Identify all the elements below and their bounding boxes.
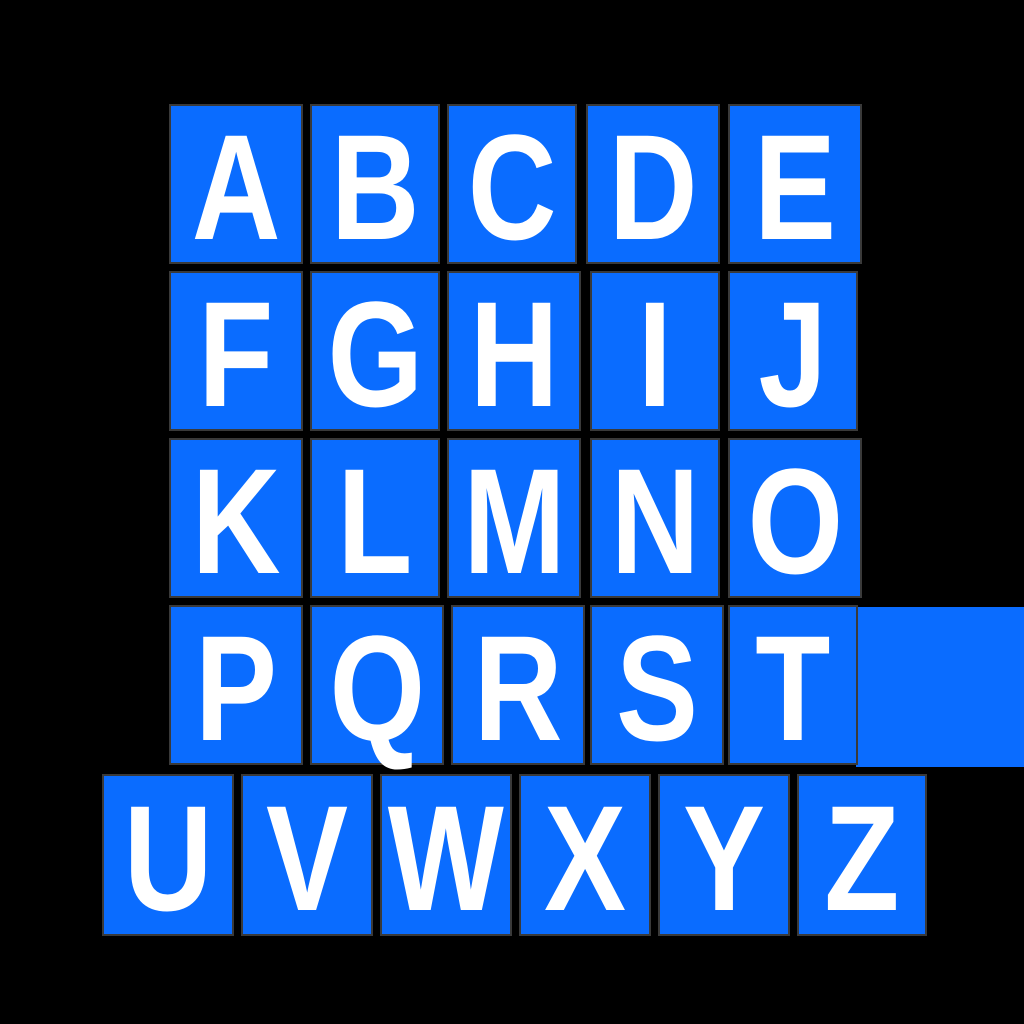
- letter-tile-k: K: [171, 440, 301, 596]
- letter-tile-w: W: [382, 776, 510, 934]
- letter-tile-z: Z: [799, 776, 925, 934]
- letter-f: F: [198, 270, 274, 438]
- letter-c: C: [467, 103, 557, 271]
- letter-a: A: [191, 103, 281, 271]
- blue-band-decoration: [856, 607, 1024, 767]
- letter-o: O: [747, 437, 843, 605]
- letter-l: L: [337, 437, 413, 605]
- letter-tile-q: Q: [312, 607, 442, 763]
- letter-n: N: [610, 437, 700, 605]
- letter-v: V: [265, 774, 349, 942]
- letter-tile-b: B: [312, 106, 438, 262]
- letter-tile-g: G: [312, 273, 438, 429]
- letter-tile-o: O: [730, 440, 860, 596]
- letter-tile-v: V: [243, 776, 371, 934]
- letter-w: W: [387, 774, 505, 942]
- letter-tile-j: J: [730, 273, 856, 429]
- letter-g: G: [327, 270, 423, 438]
- letter-j: J: [758, 270, 828, 438]
- letter-tile-t: T: [730, 607, 856, 763]
- alphabet-grid: A B C D E F G H I J K L M N O P Q R S T …: [0, 0, 1024, 1024]
- letter-s: S: [615, 604, 699, 772]
- letter-tile-i: I: [592, 273, 718, 429]
- letter-t: T: [755, 604, 831, 772]
- letter-tile-e: E: [730, 106, 860, 262]
- letter-tile-a: A: [171, 106, 301, 262]
- letter-b: B: [330, 103, 420, 271]
- letter-tile-n: N: [592, 440, 718, 596]
- letter-tile-p: P: [171, 607, 301, 763]
- letter-tile-u: U: [104, 776, 232, 934]
- letter-r: R: [473, 604, 563, 772]
- letter-e: E: [753, 103, 837, 271]
- letter-i: I: [637, 270, 673, 438]
- letter-tile-l: L: [312, 440, 438, 596]
- letter-tile-d: D: [588, 106, 718, 262]
- letter-k: K: [191, 437, 281, 605]
- letter-z: Z: [824, 774, 900, 942]
- letter-p: P: [194, 604, 278, 772]
- letter-tile-x: X: [521, 776, 649, 934]
- letter-tile-y: Y: [660, 776, 788, 934]
- letter-tile-r: R: [453, 607, 583, 763]
- letter-h: H: [469, 270, 559, 438]
- letter-tile-s: S: [592, 607, 722, 763]
- letter-tile-f: F: [171, 273, 301, 429]
- letter-q: Q: [329, 604, 425, 772]
- letter-y: Y: [682, 774, 766, 942]
- letter-m: M: [462, 437, 566, 605]
- letter-tile-h: H: [449, 273, 579, 429]
- letter-tile-m: M: [449, 440, 579, 596]
- letter-d: D: [608, 103, 698, 271]
- letter-tile-c: C: [449, 106, 575, 262]
- letter-u: U: [123, 774, 213, 942]
- letter-x: X: [543, 774, 627, 942]
